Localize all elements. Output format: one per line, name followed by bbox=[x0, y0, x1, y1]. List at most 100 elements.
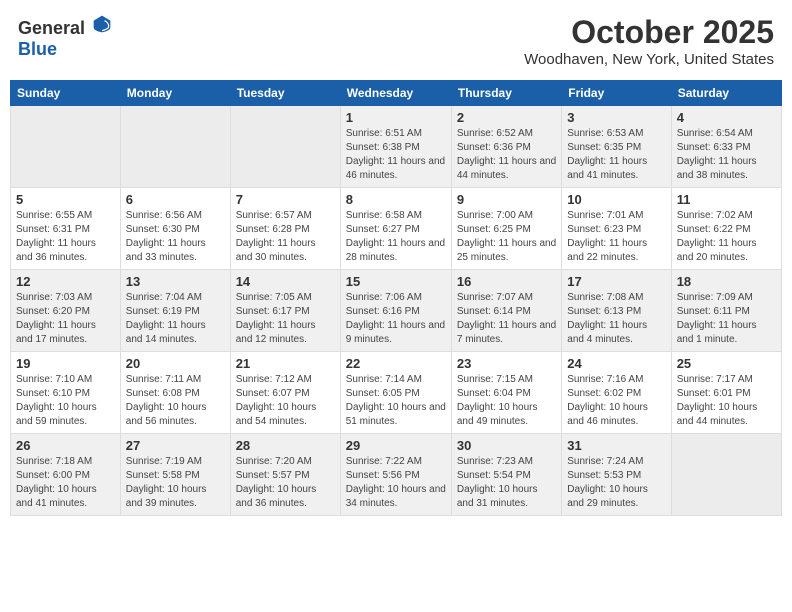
day-info: Sunrise: 6:56 AM Sunset: 6:30 PM Dayligh… bbox=[126, 209, 225, 265]
day-info: Sunrise: 6:57 AM Sunset: 6:28 PM Dayligh… bbox=[236, 209, 335, 265]
calendar-week-row: 12 Sunrise: 7:03 AM Sunset: 6:20 PM Dayli… bbox=[11, 270, 782, 352]
calendar-week-row: 19 Sunrise: 7:10 AM Sunset: 6:10 PM Dayli… bbox=[11, 352, 782, 434]
day-header-monday: Monday bbox=[120, 81, 230, 106]
day-info: Sunrise: 7:18 AM Sunset: 6:00 PM Dayligh… bbox=[16, 455, 115, 511]
day-info: Sunrise: 6:53 AM Sunset: 6:35 PM Dayligh… bbox=[567, 127, 665, 183]
calendar-cell bbox=[230, 106, 340, 188]
day-number: 7 bbox=[236, 192, 335, 207]
calendar-cell: 6 Sunrise: 6:56 AM Sunset: 6:30 PM Daylig… bbox=[120, 188, 230, 270]
calendar-cell: 4Sunrise: 6:54 AM Sunset: 6:33 PM Daylig… bbox=[671, 106, 781, 188]
day-number: 18 bbox=[677, 274, 776, 289]
day-info: Sunrise: 7:20 AM Sunset: 5:57 PM Dayligh… bbox=[236, 455, 335, 511]
logo-general: General bbox=[18, 18, 85, 38]
calendar-cell: 22 Sunrise: 7:14 AM Sunset: 6:05 PM Dayli… bbox=[340, 352, 451, 434]
day-number: 5 bbox=[16, 192, 115, 207]
month-title: October 2025 bbox=[524, 14, 774, 51]
title-block: October 2025 Woodhaven, New York, United… bbox=[524, 14, 774, 68]
calendar-week-row: 1 Sunrise: 6:51 AM Sunset: 6:38 PM Daylig… bbox=[11, 106, 782, 188]
day-info: Sunrise: 7:06 AM Sunset: 6:16 PM Dayligh… bbox=[346, 291, 446, 347]
calendar-cell: 12 Sunrise: 7:03 AM Sunset: 6:20 PM Dayli… bbox=[11, 270, 121, 352]
day-info: Sunrise: 7:08 AM Sunset: 6:13 PM Dayligh… bbox=[567, 291, 665, 347]
day-number: 26 bbox=[16, 438, 115, 453]
day-info: Sunrise: 7:14 AM Sunset: 6:05 PM Dayligh… bbox=[346, 373, 446, 429]
day-info: Sunrise: 7:04 AM Sunset: 6:19 PM Dayligh… bbox=[126, 291, 225, 347]
logo: General Blue bbox=[18, 14, 112, 60]
day-info: Sunrise: 7:07 AM Sunset: 6:14 PM Dayligh… bbox=[457, 291, 556, 347]
calendar-cell: 20 Sunrise: 7:11 AM Sunset: 6:08 PM Dayli… bbox=[120, 352, 230, 434]
calendar-cell: 29 Sunrise: 7:22 AM Sunset: 5:56 PM Dayli… bbox=[340, 434, 451, 516]
day-number: 16 bbox=[457, 274, 556, 289]
calendar-cell: 21 Sunrise: 7:12 AM Sunset: 6:07 PM Dayli… bbox=[230, 352, 340, 434]
day-number: 19 bbox=[16, 356, 115, 371]
day-info: Sunrise: 6:51 AM Sunset: 6:38 PM Dayligh… bbox=[346, 127, 446, 183]
day-header-tuesday: Tuesday bbox=[230, 81, 340, 106]
calendar-cell: 5 Sunrise: 6:55 AM Sunset: 6:31 PM Daylig… bbox=[11, 188, 121, 270]
day-info: Sunrise: 6:52 AM Sunset: 6:36 PM Dayligh… bbox=[457, 127, 556, 183]
calendar-cell: 17 Sunrise: 7:08 AM Sunset: 6:13 PM Dayli… bbox=[562, 270, 671, 352]
day-number: 2 bbox=[457, 110, 556, 125]
day-number: 31 bbox=[567, 438, 665, 453]
calendar-cell: 2 Sunrise: 6:52 AM Sunset: 6:36 PM Daylig… bbox=[451, 106, 561, 188]
day-info: Sunrise: 7:12 AM Sunset: 6:07 PM Dayligh… bbox=[236, 373, 335, 429]
day-number: 12 bbox=[16, 274, 115, 289]
calendar-cell bbox=[120, 106, 230, 188]
calendar-cell: 24 Sunrise: 7:16 AM Sunset: 6:02 PM Dayli… bbox=[562, 352, 671, 434]
calendar-cell: 30Sunrise: 7:23 AM Sunset: 5:54 PM Dayli… bbox=[451, 434, 561, 516]
day-number: 25 bbox=[677, 356, 776, 371]
day-header-wednesday: Wednesday bbox=[340, 81, 451, 106]
day-number: 14 bbox=[236, 274, 335, 289]
day-number: 22 bbox=[346, 356, 446, 371]
day-number: 24 bbox=[567, 356, 665, 371]
day-number: 13 bbox=[126, 274, 225, 289]
calendar-cell: 27Sunrise: 7:19 AM Sunset: 5:58 PM Dayli… bbox=[120, 434, 230, 516]
calendar-cell: 1 Sunrise: 6:51 AM Sunset: 6:38 PM Daylig… bbox=[340, 106, 451, 188]
day-number: 10 bbox=[567, 192, 665, 207]
page-header: General Blue October 2025 Woodhaven, New… bbox=[10, 10, 782, 72]
calendar-cell: 10Sunrise: 7:01 AM Sunset: 6:23 PM Dayli… bbox=[562, 188, 671, 270]
day-info: Sunrise: 7:16 AM Sunset: 6:02 PM Dayligh… bbox=[567, 373, 665, 429]
calendar-cell: 8Sunrise: 6:58 AM Sunset: 6:27 PM Daylig… bbox=[340, 188, 451, 270]
calendar-cell: 7 Sunrise: 6:57 AM Sunset: 6:28 PM Daylig… bbox=[230, 188, 340, 270]
calendar-cell: 16 Sunrise: 7:07 AM Sunset: 6:14 PM Dayli… bbox=[451, 270, 561, 352]
calendar-cell bbox=[671, 434, 781, 516]
day-info: Sunrise: 7:22 AM Sunset: 5:56 PM Dayligh… bbox=[346, 455, 446, 511]
day-info: Sunrise: 7:05 AM Sunset: 6:17 PM Dayligh… bbox=[236, 291, 335, 347]
calendar-week-row: 5 Sunrise: 6:55 AM Sunset: 6:31 PM Daylig… bbox=[11, 188, 782, 270]
day-info: Sunrise: 7:24 AM Sunset: 5:53 PM Dayligh… bbox=[567, 455, 665, 511]
calendar-cell: 9Sunrise: 7:00 AM Sunset: 6:25 PM Daylig… bbox=[451, 188, 561, 270]
day-number: 23 bbox=[457, 356, 556, 371]
day-info: Sunrise: 7:03 AM Sunset: 6:20 PM Dayligh… bbox=[16, 291, 115, 347]
day-info: Sunrise: 7:23 AM Sunset: 5:54 PM Dayligh… bbox=[457, 455, 556, 511]
day-info: Sunrise: 7:11 AM Sunset: 6:08 PM Dayligh… bbox=[126, 373, 225, 429]
day-info: Sunrise: 7:02 AM Sunset: 6:22 PM Dayligh… bbox=[677, 209, 776, 265]
calendar-cell: 31 Sunrise: 7:24 AM Sunset: 5:53 PM Dayli… bbox=[562, 434, 671, 516]
calendar-cell: 28Sunrise: 7:20 AM Sunset: 5:57 PM Dayli… bbox=[230, 434, 340, 516]
location-title: Woodhaven, New York, United States bbox=[524, 51, 774, 68]
calendar-cell: 18Sunrise: 7:09 AM Sunset: 6:11 PM Dayli… bbox=[671, 270, 781, 352]
day-header-saturday: Saturday bbox=[671, 81, 781, 106]
calendar-cell: 23 Sunrise: 7:15 AM Sunset: 6:04 PM Dayli… bbox=[451, 352, 561, 434]
day-number: 3 bbox=[567, 110, 665, 125]
day-info: Sunrise: 7:19 AM Sunset: 5:58 PM Dayligh… bbox=[126, 455, 225, 511]
logo-blue: Blue bbox=[18, 39, 57, 59]
day-number: 20 bbox=[126, 356, 225, 371]
day-info: Sunrise: 7:00 AM Sunset: 6:25 PM Dayligh… bbox=[457, 209, 556, 265]
day-info: Sunrise: 7:10 AM Sunset: 6:10 PM Dayligh… bbox=[16, 373, 115, 429]
day-number: 17 bbox=[567, 274, 665, 289]
day-info: Sunrise: 7:15 AM Sunset: 6:04 PM Dayligh… bbox=[457, 373, 556, 429]
day-header-friday: Friday bbox=[562, 81, 671, 106]
calendar-cell bbox=[11, 106, 121, 188]
calendar-table: SundayMondayTuesdayWednesdayThursdayFrid… bbox=[10, 80, 782, 516]
day-number: 6 bbox=[126, 192, 225, 207]
day-info: Sunrise: 6:55 AM Sunset: 6:31 PM Dayligh… bbox=[16, 209, 115, 265]
day-number: 1 bbox=[346, 110, 446, 125]
calendar-week-row: 26 Sunrise: 7:18 AM Sunset: 6:00 PM Dayli… bbox=[11, 434, 782, 516]
day-number: 29 bbox=[346, 438, 446, 453]
calendar-cell: 19 Sunrise: 7:10 AM Sunset: 6:10 PM Dayli… bbox=[11, 352, 121, 434]
calendar-header-row: SundayMondayTuesdayWednesdayThursdayFrid… bbox=[11, 81, 782, 106]
calendar-cell: 14 Sunrise: 7:05 AM Sunset: 6:17 PM Dayli… bbox=[230, 270, 340, 352]
calendar-cell: 15 Sunrise: 7:06 AM Sunset: 6:16 PM Dayli… bbox=[340, 270, 451, 352]
day-number: 21 bbox=[236, 356, 335, 371]
day-number: 15 bbox=[346, 274, 446, 289]
day-number: 4 bbox=[677, 110, 776, 125]
